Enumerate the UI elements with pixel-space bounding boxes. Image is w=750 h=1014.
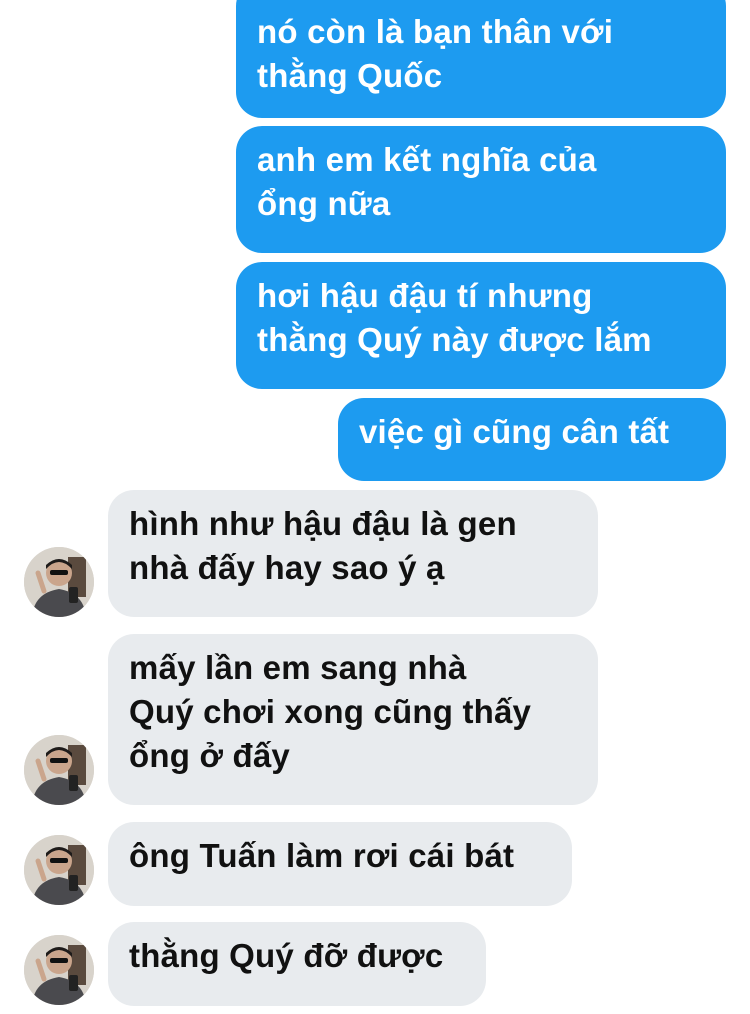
incoming-message[interactable]: mấy lần em sang nhà Quý chơi xong cũng t… — [108, 634, 598, 805]
outgoing-message[interactable]: việc gì cũng cân tất — [338, 398, 726, 481]
incoming-message[interactable]: hình như hậu đậu là gen nhà đấy hay sao … — [108, 490, 598, 617]
outgoing-message[interactable]: anh em kết nghĩa của ổng nữa — [236, 126, 726, 253]
incoming-message[interactable]: thằng Quý đỡ được — [108, 922, 486, 1006]
contact-avatar[interactable] — [24, 735, 94, 805]
outgoing-message[interactable]: nó còn là bạn thân với thằng Quốc — [236, 0, 726, 118]
contact-avatar[interactable] — [24, 835, 94, 905]
incoming-message[interactable]: ông Tuấn làm rơi cái bát — [108, 822, 572, 906]
outgoing-message[interactable]: hơi hậu đậu tí nhưng thằng Quý này được … — [236, 262, 726, 389]
contact-avatar[interactable] — [24, 935, 94, 1005]
contact-avatar[interactable] — [24, 547, 94, 617]
